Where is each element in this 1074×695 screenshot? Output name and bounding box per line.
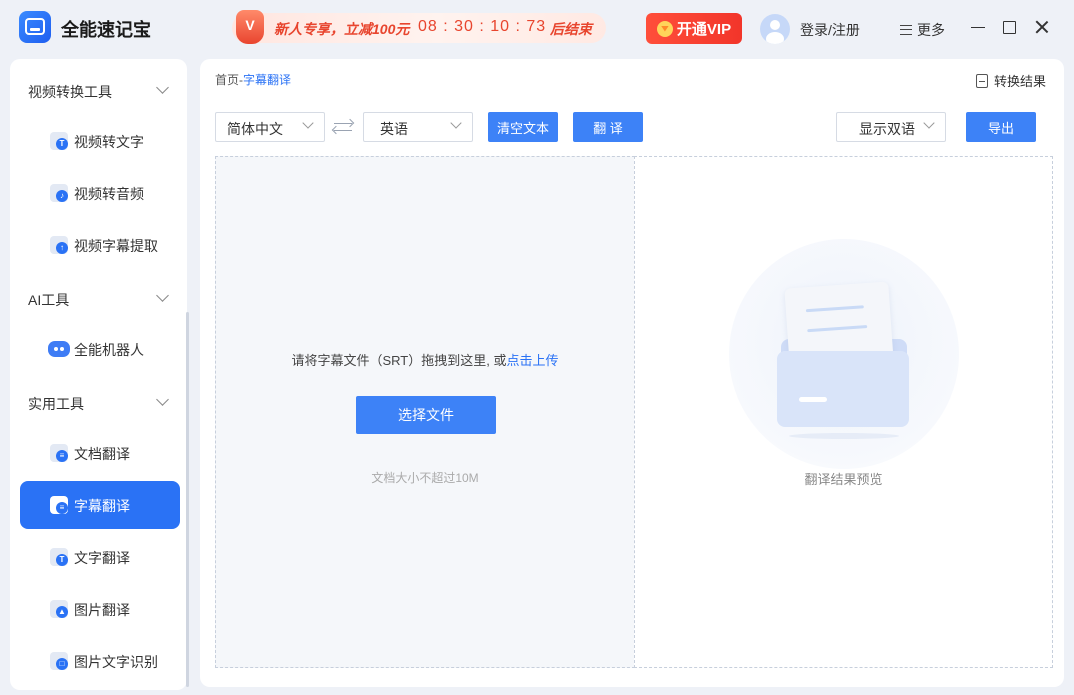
avatar[interactable]: [760, 14, 790, 44]
source-language-select[interactable]: 简体中文: [215, 112, 325, 142]
more-label: 更多: [917, 22, 945, 38]
diamond-icon: [656, 20, 673, 37]
promo-end-label: 后结束: [550, 21, 592, 37]
swap-languages-icon[interactable]: [334, 119, 354, 135]
open-vip-label: 开通VIP: [676, 21, 732, 38]
chevron-down-icon: [302, 117, 314, 129]
breadcrumb-current: 字幕翻译: [243, 73, 292, 87]
target-language-select[interactable]: 英语: [363, 112, 473, 142]
document-icon: [976, 73, 988, 88]
sidebar-item-label: 图片文字识别: [74, 654, 158, 670]
maximize-button[interactable]: [1003, 21, 1016, 34]
main-panel: 首页-字幕翻译 转换结果 简体中文 英语 清空文本 翻 译 显示双语 导出 请将…: [200, 59, 1064, 687]
promo-banner[interactable]: V 新人专享，立减100元 08 : 30 : 10 : 73 后结束: [232, 10, 606, 44]
sidebar: 视频转换工具 T 视频转文字 ♪ 视频转音频 ↑ 视频字幕提取 AI工具 全能机…: [10, 59, 187, 690]
file-size-hint: 文档大小不超过10M: [371, 471, 479, 485]
clear-text-button[interactable]: 清空文本: [488, 112, 558, 142]
chevron-down-icon: [923, 117, 935, 129]
vip-badge-icon: V: [236, 10, 264, 44]
sidebar-item-label: 视频字幕提取: [74, 238, 158, 254]
sidebar-item-label: 全能机器人: [74, 342, 144, 358]
sidebar-item-label: 视频转音频: [74, 186, 144, 202]
menu-icon: [900, 25, 912, 35]
preview-hint: 翻译结果预览: [804, 472, 883, 487]
promo-countdown: 08 : 30 : 10 : 73: [418, 18, 547, 35]
sidebar-item-image-translate[interactable]: ▲ 图片翻译: [20, 585, 180, 633]
sidebar-item-label: 文档翻译: [74, 446, 130, 462]
app-title: 全能速记宝: [61, 20, 151, 40]
section-utility-tools[interactable]: 实用工具: [10, 387, 187, 417]
target-language-value: 英语: [380, 121, 408, 137]
choose-file-button[interactable]: 选择文件: [356, 396, 496, 434]
minimize-button[interactable]: [970, 19, 986, 35]
sidebar-item-label: 字幕翻译: [74, 498, 130, 514]
title-bar: 全能速记宝 V 新人专享，立减100元 08 : 30 : 10 : 73 后结…: [0, 0, 1074, 58]
file-drop-zone[interactable]: 请将字幕文件（SRT）拖拽到这里, 或点击上传 选择文件 文档大小不超过10M: [215, 156, 635, 668]
section-label: AI工具: [28, 292, 70, 308]
chevron-down-icon: [156, 393, 169, 406]
breadcrumb: 首页-字幕翻译: [215, 71, 291, 88]
close-button[interactable]: [1034, 19, 1050, 35]
sidebar-scrollbar[interactable]: [186, 312, 189, 687]
upload-icon: ↑: [50, 236, 68, 254]
sidebar-item-label: 文字翻译: [74, 550, 130, 566]
chevron-down-icon: [156, 289, 169, 302]
section-video-tools[interactable]: 视频转换工具: [10, 75, 187, 105]
section-label: 实用工具: [28, 396, 84, 412]
robot-icon: [48, 341, 70, 357]
scan-icon: □: [50, 652, 68, 670]
chevron-down-icon: [450, 117, 462, 129]
sidebar-item-ocr[interactable]: □ 图片文字识别: [20, 637, 180, 685]
text-icon: T: [50, 132, 68, 150]
sidebar-item-robot[interactable]: 全能机器人: [20, 325, 180, 373]
source-language-value: 简体中文: [227, 121, 283, 137]
section-ai-tools[interactable]: AI工具: [10, 283, 187, 313]
sidebar-item-subtitle-extract[interactable]: ↑ 视频字幕提取: [20, 221, 180, 269]
sidebar-item-video-to-text[interactable]: T 视频转文字: [20, 117, 180, 165]
image-icon: ▲: [50, 600, 68, 618]
empty-folder-illustration: [729, 239, 959, 469]
display-mode-value: 显示双语: [859, 121, 915, 137]
translation-preview: 翻译结果预览: [634, 156, 1053, 668]
section-label: 视频转换工具: [28, 84, 112, 100]
sidebar-item-subtitle-translate[interactable]: ≡ 字幕翻译: [20, 481, 180, 529]
open-vip-button[interactable]: 开通VIP: [646, 13, 742, 44]
breadcrumb-home[interactable]: 首页: [215, 73, 239, 87]
app-logo-icon: [19, 11, 51, 43]
chevron-down-icon: [156, 81, 169, 94]
sidebar-item-label: 图片翻译: [74, 602, 130, 618]
click-upload-link[interactable]: 点击上传: [506, 353, 558, 368]
export-button[interactable]: 导出: [966, 112, 1036, 142]
text-icon: T: [50, 548, 68, 566]
conversion-results-link[interactable]: 转换结果: [976, 71, 1046, 90]
drop-text: 请将字幕文件（SRT）拖拽到这里, 或: [291, 353, 507, 368]
more-menu-button[interactable]: 更多: [900, 20, 945, 40]
results-label: 转换结果: [994, 74, 1047, 89]
sidebar-item-text-translate[interactable]: T 文字翻译: [20, 533, 180, 581]
document-icon: ≡: [50, 444, 68, 462]
display-mode-select[interactable]: 显示双语: [836, 112, 946, 142]
translate-button[interactable]: 翻 译: [573, 112, 643, 142]
login-register-link[interactable]: 登录/注册: [800, 20, 860, 40]
sidebar-item-label: 视频转文字: [74, 134, 144, 150]
music-note-icon: ♪: [50, 184, 68, 202]
promo-text: 新人专享，立减100元: [274, 21, 410, 37]
drop-instructions: 请将字幕文件（SRT）拖拽到这里, 或点击上传: [216, 350, 634, 369]
sidebar-item-doc-translate[interactable]: ≡ 文档翻译: [20, 429, 180, 477]
sidebar-item-video-to-audio[interactable]: ♪ 视频转音频: [20, 169, 180, 217]
subtitle-icon: ≡: [50, 496, 68, 514]
